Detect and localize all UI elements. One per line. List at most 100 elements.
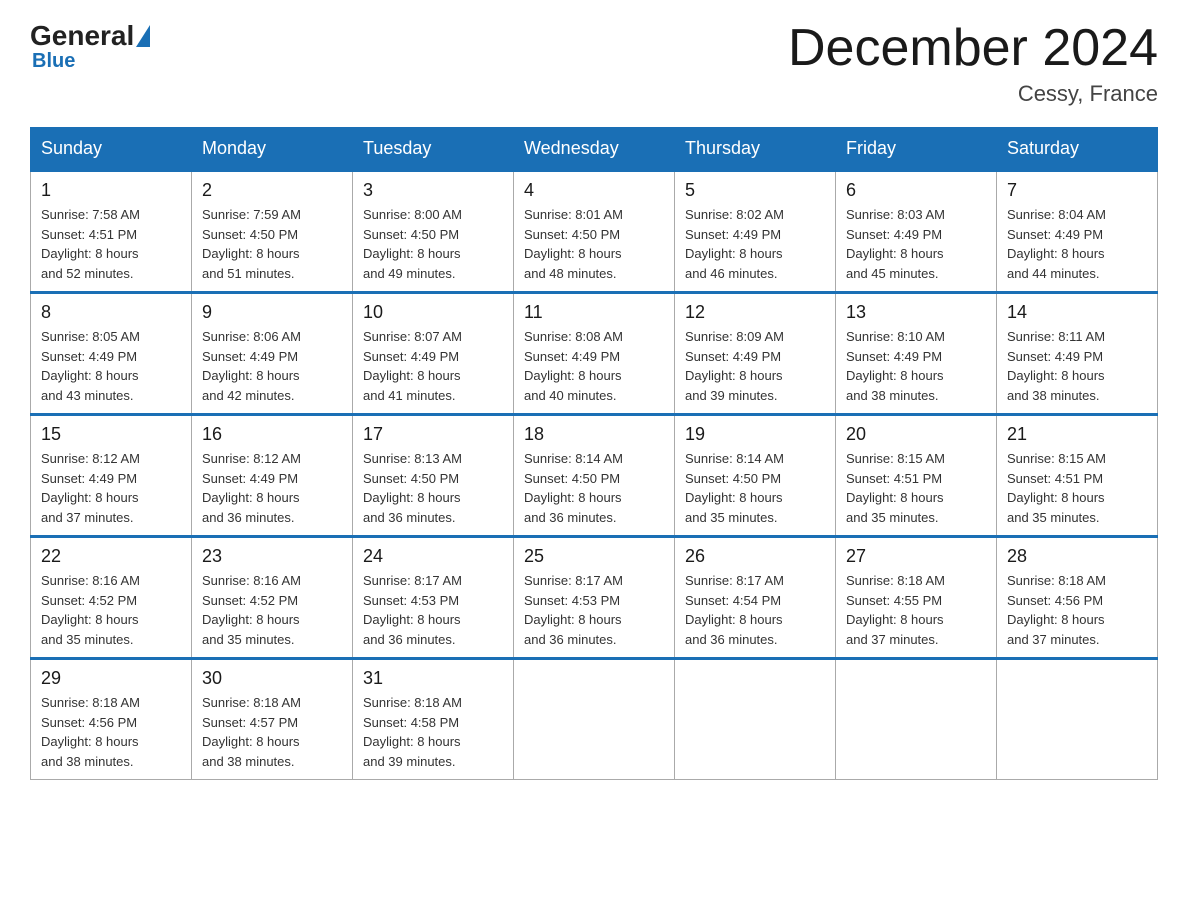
calendar-cell: 31 Sunrise: 8:18 AMSunset: 4:58 PMDayligh… [353,659,514,780]
calendar-cell: 19Sunrise: 8:14 AMSunset: 4:50 PMDayligh… [675,415,836,537]
day-info: Sunrise: 8:06 AMSunset: 4:49 PMDaylight:… [202,327,342,405]
calendar-table: SundayMondayTuesdayWednesdayThursdayFrid… [30,127,1158,780]
day-info: Sunrise: 7:59 AMSunset: 4:50 PMDaylight:… [202,205,342,283]
calendar-cell: 29 Sunrise: 8:18 AMSunset: 4:56 PMDayligh… [31,659,192,780]
day-info: Sunrise: 8:18 AMSunset: 4:55 PMDaylight:… [846,571,986,649]
calendar-cell: 22 Sunrise: 8:16 AMSunset: 4:52 PMDayligh… [31,537,192,659]
calendar-week-2: 8 Sunrise: 8:05 AMSunset: 4:49 PMDaylight… [31,293,1158,415]
calendar-cell: 11Sunrise: 8:08 AMSunset: 4:49 PMDayligh… [514,293,675,415]
day-info: Sunrise: 8:18 AMSunset: 4:56 PMDaylight:… [41,693,181,771]
calendar-cell: 9Sunrise: 8:06 AMSunset: 4:49 PMDaylight… [192,293,353,415]
calendar-cell: 13 Sunrise: 8:10 AMSunset: 4:49 PMDayligh… [836,293,997,415]
calendar-cell: 28 Sunrise: 8:18 AMSunset: 4:56 PMDayligh… [997,537,1158,659]
day-info: Sunrise: 8:11 AMSunset: 4:49 PMDaylight:… [1007,327,1147,405]
month-title: December 2024 [788,20,1158,77]
day-number: 22 [41,546,181,567]
calendar-cell [514,659,675,780]
calendar-cell: 14 Sunrise: 8:11 AMSunset: 4:49 PMDayligh… [997,293,1158,415]
day-number: 13 [846,302,986,323]
day-info: Sunrise: 8:05 AMSunset: 4:49 PMDaylight:… [41,327,181,405]
location: Cessy, France [788,81,1158,107]
day-info: Sunrise: 7:58 AMSunset: 4:51 PMDaylight:… [41,205,181,283]
day-info: Sunrise: 8:17 AMSunset: 4:54 PMDaylight:… [685,571,825,649]
calendar-cell: 26 Sunrise: 8:17 AMSunset: 4:54 PMDayligh… [675,537,836,659]
day-header-monday: Monday [192,128,353,171]
logo-triangle-icon [136,25,150,47]
day-header-friday: Friday [836,128,997,171]
calendar-cell: 12Sunrise: 8:09 AMSunset: 4:49 PMDayligh… [675,293,836,415]
day-info: Sunrise: 8:10 AMSunset: 4:49 PMDaylight:… [846,327,986,405]
day-number: 8 [41,302,181,323]
day-info: Sunrise: 8:14 AMSunset: 4:50 PMDaylight:… [524,449,664,527]
day-info: Sunrise: 8:07 AMSunset: 4:49 PMDaylight:… [363,327,503,405]
day-number: 15 [41,424,181,445]
day-info: Sunrise: 8:08 AMSunset: 4:49 PMDaylight:… [524,327,664,405]
calendar-cell: 15 Sunrise: 8:12 AMSunset: 4:49 PMDayligh… [31,415,192,537]
logo-blue-line: Blue [32,50,75,73]
day-info: Sunrise: 8:18 AMSunset: 4:57 PMDaylight:… [202,693,342,771]
day-info: Sunrise: 8:17 AMSunset: 4:53 PMDaylight:… [363,571,503,649]
day-header-thursday: Thursday [675,128,836,171]
calendar-cell: 10 Sunrise: 8:07 AMSunset: 4:49 PMDayligh… [353,293,514,415]
day-info: Sunrise: 8:17 AMSunset: 4:53 PMDaylight:… [524,571,664,649]
calendar-cell: 20Sunrise: 8:15 AMSunset: 4:51 PMDayligh… [836,415,997,537]
calendar-cell: 1 Sunrise: 7:58 AMSunset: 4:51 PMDaylight… [31,171,192,293]
day-info: Sunrise: 8:13 AMSunset: 4:50 PMDaylight:… [363,449,503,527]
calendar-cell: 3 Sunrise: 8:00 AMSunset: 4:50 PMDaylight… [353,171,514,293]
day-number: 25 [524,546,664,567]
day-info: Sunrise: 8:01 AMSunset: 4:50 PMDaylight:… [524,205,664,283]
day-info: Sunrise: 8:00 AMSunset: 4:50 PMDaylight:… [363,205,503,283]
day-number: 7 [1007,180,1147,201]
calendar-week-3: 15 Sunrise: 8:12 AMSunset: 4:49 PMDayligh… [31,415,1158,537]
day-info: Sunrise: 8:04 AMSunset: 4:49 PMDaylight:… [1007,205,1147,283]
day-header-sunday: Sunday [31,128,192,171]
calendar-cell [675,659,836,780]
day-number: 1 [41,180,181,201]
day-info: Sunrise: 8:16 AMSunset: 4:52 PMDaylight:… [202,571,342,649]
title-block: December 2024 Cessy, France [788,20,1158,107]
day-number: 28 [1007,546,1147,567]
logo-text: General [30,20,151,52]
day-info: Sunrise: 8:12 AMSunset: 4:49 PMDaylight:… [202,449,342,527]
days-header-row: SundayMondayTuesdayWednesdayThursdayFrid… [31,128,1158,171]
day-number: 4 [524,180,664,201]
calendar-week-4: 22 Sunrise: 8:16 AMSunset: 4:52 PMDayligh… [31,537,1158,659]
calendar-week-5: 29 Sunrise: 8:18 AMSunset: 4:56 PMDayligh… [31,659,1158,780]
day-info: Sunrise: 8:16 AMSunset: 4:52 PMDaylight:… [41,571,181,649]
calendar-cell: 5Sunrise: 8:02 AMSunset: 4:49 PMDaylight… [675,171,836,293]
day-number: 31 [363,668,503,689]
logo: General Blue [30,20,151,73]
calendar-cell: 17 Sunrise: 8:13 AMSunset: 4:50 PMDayligh… [353,415,514,537]
calendar-cell: 8 Sunrise: 8:05 AMSunset: 4:49 PMDaylight… [31,293,192,415]
calendar-cell [836,659,997,780]
day-info: Sunrise: 8:03 AMSunset: 4:49 PMDaylight:… [846,205,986,283]
day-number: 17 [363,424,503,445]
day-info: Sunrise: 8:12 AMSunset: 4:49 PMDaylight:… [41,449,181,527]
day-number: 24 [363,546,503,567]
day-header-saturday: Saturday [997,128,1158,171]
calendar-cell: 6Sunrise: 8:03 AMSunset: 4:49 PMDaylight… [836,171,997,293]
day-info: Sunrise: 8:15 AMSunset: 4:51 PMDaylight:… [846,449,986,527]
calendar-cell: 27 Sunrise: 8:18 AMSunset: 4:55 PMDayligh… [836,537,997,659]
calendar-cell: 7 Sunrise: 8:04 AMSunset: 4:49 PMDaylight… [997,171,1158,293]
day-number: 3 [363,180,503,201]
calendar-cell: 21Sunrise: 8:15 AMSunset: 4:51 PMDayligh… [997,415,1158,537]
calendar-cell: 24 Sunrise: 8:17 AMSunset: 4:53 PMDayligh… [353,537,514,659]
page-header: General Blue December 2024 Cessy, France [30,20,1158,107]
day-number: 18 [524,424,664,445]
day-header-wednesday: Wednesday [514,128,675,171]
day-number: 10 [363,302,503,323]
day-number: 30 [202,668,342,689]
day-number: 27 [846,546,986,567]
calendar-cell: 4 Sunrise: 8:01 AMSunset: 4:50 PMDaylight… [514,171,675,293]
day-number: 29 [41,668,181,689]
day-info: Sunrise: 8:18 AMSunset: 4:58 PMDaylight:… [363,693,503,771]
day-header-tuesday: Tuesday [353,128,514,171]
calendar-cell: 18 Sunrise: 8:14 AMSunset: 4:50 PMDayligh… [514,415,675,537]
day-number: 26 [685,546,825,567]
calendar-cell: 2Sunrise: 7:59 AMSunset: 4:50 PMDaylight… [192,171,353,293]
day-number: 14 [1007,302,1147,323]
day-info: Sunrise: 8:18 AMSunset: 4:56 PMDaylight:… [1007,571,1147,649]
calendar-cell: 30 Sunrise: 8:18 AMSunset: 4:57 PMDayligh… [192,659,353,780]
day-number: 12 [685,302,825,323]
